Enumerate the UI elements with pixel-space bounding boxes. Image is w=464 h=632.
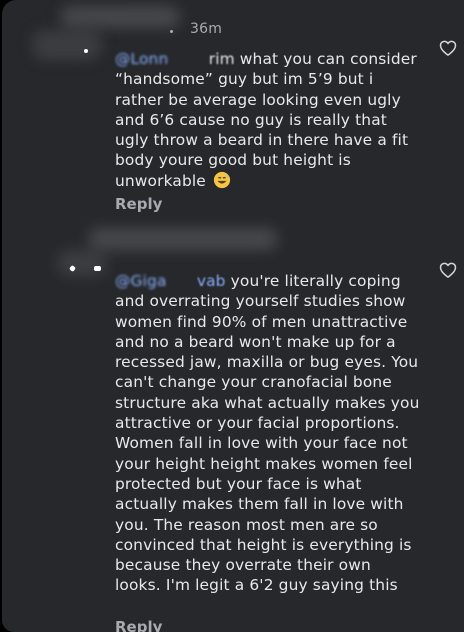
comment-timestamp: 36m (190, 21, 223, 37)
reply-button-1[interactable]: Reply (115, 195, 162, 213)
comment-body-1: @Lonn rim what you can consider “handsom… (115, 49, 420, 191)
blurred-username-1 (60, 6, 180, 28)
reply-button-2[interactable]: Reply (115, 618, 162, 632)
mention-tail-1: rim (208, 50, 235, 68)
comment-body-2: @Giga vab you're literally coping and ov… (115, 271, 420, 596)
avatar-fragment-1 (84, 49, 88, 53)
heart-outline-icon[interactable] (438, 38, 458, 58)
avatar-fragment-2b (94, 266, 101, 271)
heart-outline-icon[interactable] (438, 260, 458, 280)
comment-text-2: you're literally coping and overrating y… (115, 272, 420, 595)
blurred-avatar-area-2 (57, 250, 107, 276)
mention-link-1[interactable]: @Lonn (115, 50, 168, 68)
comment-text-1: what you can consider “handsome” guy but… (115, 50, 417, 190)
grinning-sweat-emoji (213, 171, 231, 188)
comments-panel: 36m @Lonn rim what you can consider “han… (2, 0, 464, 632)
blurred-avatar-area-1 (32, 30, 102, 60)
blurred-username-2 (88, 228, 278, 250)
separator-dot (170, 30, 173, 33)
mention-tail-2: vab (196, 272, 226, 290)
mention-link-2[interactable]: @Giga (115, 272, 167, 290)
